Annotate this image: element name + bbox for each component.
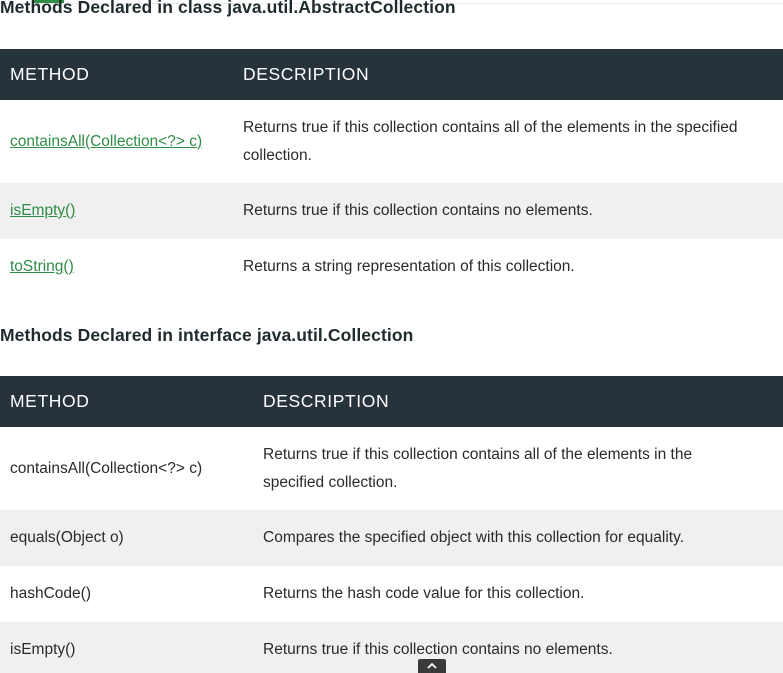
method-link-tostring[interactable]: toString() bbox=[10, 258, 74, 275]
table-row: equals(Object o) Compares the specified … bbox=[0, 510, 783, 566]
column-header-method: METHOD bbox=[10, 391, 90, 411]
method-link-containsall[interactable]: containsAll(Collection<?> c) bbox=[10, 133, 202, 150]
method-cell: containsAll(Collection<?> c) bbox=[0, 100, 233, 183]
table-header-row: METHOD DESCRIPTION bbox=[0, 376, 783, 427]
description-cell: Returns true if this collection contains… bbox=[263, 641, 613, 658]
column-header-method: METHOD bbox=[10, 64, 90, 84]
table-row: isEmpty() Returns true if this collectio… bbox=[0, 183, 783, 239]
column-header-description: DESCRIPTION bbox=[243, 64, 370, 84]
method-cell: hashCode() bbox=[10, 585, 91, 602]
description-cell: Returns true if this collection contains… bbox=[243, 118, 738, 164]
table-row: hashCode() Returns the hash code value f… bbox=[0, 566, 783, 622]
scroll-to-top-button[interactable] bbox=[418, 659, 446, 673]
section-heading-abstract-collection: Methods Declared in class java.util.Abst… bbox=[0, 0, 456, 17]
table-row: isEmpty() Returns true if this collectio… bbox=[0, 622, 783, 673]
page: Methods Declared in class java.util.Abst… bbox=[0, 0, 783, 673]
section-heading-collection-interface: Methods Declared in interface java.util.… bbox=[0, 325, 414, 345]
description-cell: Returns a string representation of this … bbox=[243, 258, 575, 275]
method-cell: toString() bbox=[0, 239, 233, 295]
table-row: containsAll(Collection<?> c) Returns tru… bbox=[0, 100, 783, 183]
chevron-up-icon bbox=[427, 662, 437, 669]
method-cell: containsAll(Collection<?> c) bbox=[10, 459, 203, 477]
description-cell: Returns the hash code value for this col… bbox=[263, 585, 585, 602]
table-row: containsAll(Collection<?> c) Returns tru… bbox=[0, 427, 783, 510]
description-cell: Returns true if this collection contains… bbox=[263, 445, 693, 491]
method-cell: isEmpty() bbox=[0, 183, 233, 239]
methods-table-collection-interface: METHOD DESCRIPTION containsAll(Collectio… bbox=[0, 376, 783, 673]
method-cell: isEmpty() bbox=[10, 641, 76, 658]
table-header-row: METHOD DESCRIPTION bbox=[0, 49, 783, 100]
description-cell: Returns true if this collection contains… bbox=[243, 202, 593, 219]
methods-table-abstract-collection: METHOD DESCRIPTION containsAll(Collectio… bbox=[0, 49, 783, 295]
description-cell: Compares the specified object with this … bbox=[263, 529, 685, 546]
table-row: toString() Returns a string representati… bbox=[0, 239, 783, 295]
method-cell: equals(Object o) bbox=[10, 529, 124, 546]
method-link-isempty[interactable]: isEmpty() bbox=[10, 202, 75, 219]
column-header-description: DESCRIPTION bbox=[263, 391, 390, 411]
